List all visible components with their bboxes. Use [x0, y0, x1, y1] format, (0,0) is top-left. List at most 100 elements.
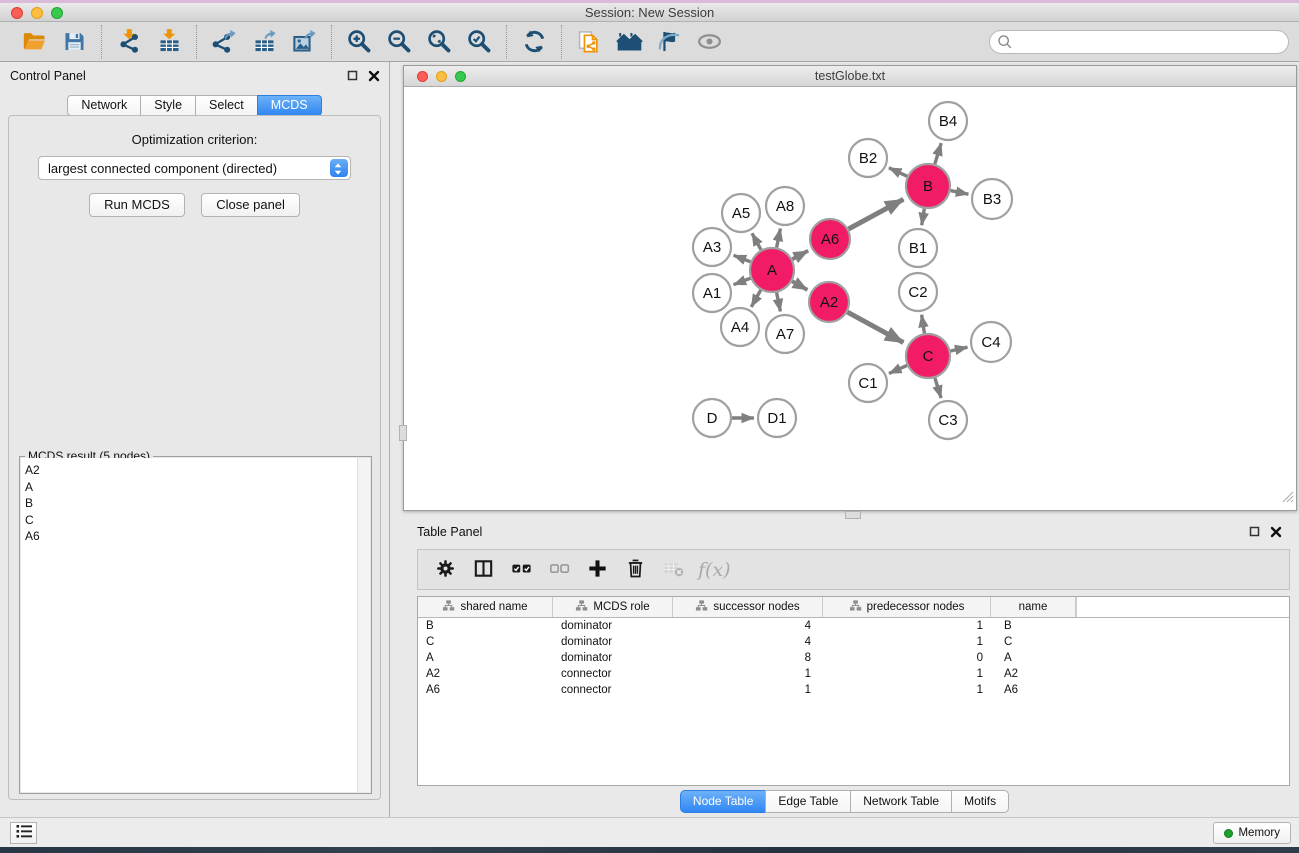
network-canvas[interactable]: B4B2BB3A5A8A6A3AB1A1C2A2A4A7CC4C1C3DD1	[404, 87, 1296, 510]
cell[interactable]: 1	[673, 682, 823, 698]
criterion-dropdown[interactable]: largest connected component (directed)	[38, 156, 351, 180]
select-all-button[interactable]	[502, 553, 540, 587]
edge-A-A4[interactable]	[751, 290, 760, 307]
deselect-all-button[interactable]	[540, 553, 578, 587]
cell[interactable]: A6	[991, 682, 1076, 698]
cell[interactable]: A	[991, 650, 1076, 666]
column-header-shared-name[interactable]: shared name	[418, 597, 553, 617]
table-options-button[interactable]	[426, 553, 464, 587]
node-A[interactable]: A	[750, 248, 794, 292]
save-session-button[interactable]	[54, 24, 94, 60]
cell[interactable]: 8	[673, 650, 823, 666]
node-C1[interactable]: C1	[849, 364, 887, 402]
zoom-in-button[interactable]	[339, 24, 379, 60]
left-splitter-grip[interactable]	[399, 425, 407, 441]
tab-select[interactable]: Select	[195, 95, 258, 116]
function-builder-button[interactable]: f(x)	[698, 559, 731, 581]
export-network-button[interactable]	[204, 24, 244, 60]
show-details-button[interactable]	[689, 24, 729, 60]
edge-A-A2[interactable]	[792, 281, 807, 290]
node-C[interactable]: C	[906, 334, 950, 378]
edge-B-B1[interactable]	[922, 209, 925, 226]
float-table-panel-icon[interactable]	[1248, 525, 1262, 544]
hide-details-button[interactable]	[649, 24, 689, 60]
node-A5[interactable]: A5	[722, 194, 760, 232]
column-header-predecessor-nodes[interactable]: predecessor nodes	[823, 597, 991, 617]
import-table-button[interactable]	[149, 24, 189, 60]
cell[interactable]: 4	[673, 618, 823, 634]
tab-edge-table[interactable]: Edge Table	[765, 790, 851, 813]
table-row[interactable]: Cdominator41C	[418, 634, 1289, 650]
home-button[interactable]	[609, 24, 649, 60]
node-B3[interactable]: B3	[972, 179, 1012, 219]
node-C2[interactable]: C2	[899, 273, 937, 311]
cell[interactable]: B	[418, 618, 553, 634]
cell[interactable]: C	[418, 634, 553, 650]
cell[interactable]: connector	[553, 666, 673, 682]
edge-A-A3[interactable]	[734, 255, 751, 261]
refresh-button[interactable]	[514, 24, 554, 60]
node-B[interactable]: B	[906, 164, 950, 208]
edge-C-C3[interactable]	[935, 378, 941, 398]
run-mcds-button[interactable]: Run MCDS	[89, 193, 185, 217]
import-network-button[interactable]	[109, 24, 149, 60]
node-B4[interactable]: B4	[929, 102, 967, 140]
edge-C-C2[interactable]	[922, 315, 925, 334]
cell[interactable]: 4	[673, 634, 823, 650]
close-panel-button[interactable]: Close panel	[201, 193, 300, 217]
add-column-button[interactable]	[578, 553, 616, 587]
export-table-button[interactable]	[244, 24, 284, 60]
show-columns-button[interactable]	[464, 553, 502, 587]
memory-button[interactable]: Memory	[1213, 822, 1291, 844]
cell[interactable]: connector	[553, 682, 673, 698]
node-A4[interactable]: A4	[721, 308, 759, 346]
mcds-result-list[interactable]: A2ABCA6	[21, 458, 370, 792]
cell[interactable]: 1	[823, 634, 991, 650]
tab-node-table[interactable]: Node Table	[680, 790, 767, 813]
result-scrollbar[interactable]	[357, 458, 370, 792]
table-row[interactable]: A6connector11A6	[418, 682, 1289, 698]
cell[interactable]: dominator	[553, 650, 673, 666]
search-input[interactable]	[989, 30, 1289, 54]
node-C3[interactable]: C3	[929, 401, 967, 439]
table-row[interactable]: Adominator80A	[418, 650, 1289, 666]
zoom-selected-button[interactable]	[459, 24, 499, 60]
cell[interactable]: 1	[823, 618, 991, 634]
node-A3[interactable]: A3	[693, 228, 731, 266]
table-row[interactable]: Bdominator41B	[418, 618, 1289, 634]
node-D1[interactable]: D1	[758, 399, 796, 437]
cell[interactable]: 1	[823, 682, 991, 698]
column-header-MCDS-role[interactable]: MCDS role	[553, 597, 673, 617]
float-panel-icon[interactable]	[346, 69, 360, 83]
new-network-button[interactable]	[569, 24, 609, 60]
edge-B-B2[interactable]	[889, 168, 907, 177]
edge-C-C1[interactable]	[889, 365, 907, 373]
edge-A-A5[interactable]	[752, 233, 761, 250]
column-header-successor-nodes[interactable]: successor nodes	[673, 597, 823, 617]
cell[interactable]: A6	[418, 682, 553, 698]
cell[interactable]: A2	[418, 666, 553, 682]
edge-A-A8[interactable]	[777, 229, 781, 248]
edge-A6-B[interactable]	[849, 199, 904, 229]
cell[interactable]: B	[991, 618, 1076, 634]
network-window-titlebar[interactable]: testGlobe.txt	[404, 66, 1296, 87]
node-A6[interactable]: A6	[810, 219, 850, 259]
tab-motifs[interactable]: Motifs	[951, 790, 1009, 813]
node-C4[interactable]: C4	[971, 322, 1011, 362]
edge-A-A1[interactable]	[734, 278, 751, 285]
cell[interactable]: A	[418, 650, 553, 666]
node-A2[interactable]: A2	[809, 282, 849, 322]
zoom-out-button[interactable]	[379, 24, 419, 60]
column-header-name[interactable]: name	[991, 597, 1076, 617]
node-A7[interactable]: A7	[766, 315, 804, 353]
zoom-fit-button[interactable]	[419, 24, 459, 60]
node-B1[interactable]: B1	[899, 229, 937, 267]
edge-B-B3[interactable]	[951, 191, 969, 195]
delete-columns-button[interactable]	[616, 553, 654, 587]
cell[interactable]: C	[991, 634, 1076, 650]
edge-A-A6[interactable]	[792, 251, 808, 260]
table-row[interactable]: A2connector11A2	[418, 666, 1289, 682]
tab-network-table[interactable]: Network Table	[850, 790, 952, 813]
tab-network[interactable]: Network	[67, 95, 141, 116]
edge-A2-C[interactable]	[847, 312, 903, 343]
